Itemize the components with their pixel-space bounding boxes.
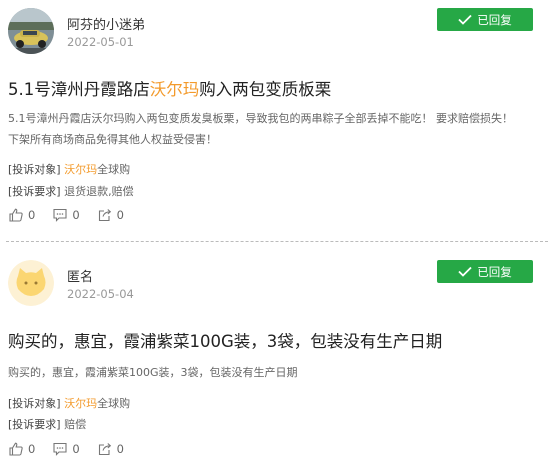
status-badge: 已回复 xyxy=(437,8,533,31)
thumbs-up-icon xyxy=(9,208,23,222)
like-button[interactable]: 0 xyxy=(9,208,35,222)
complaint-body: 购买的，惠宜，霞浦紫菜100G装，3袋，包装没有生产日期 xyxy=(8,362,546,383)
cat-face-avatar-icon xyxy=(8,260,54,306)
post-date: 2022-05-01 xyxy=(67,35,134,49)
check-icon xyxy=(458,14,472,25)
target-rest: 全球购 xyxy=(97,163,131,176)
card-divider xyxy=(6,241,548,242)
user-avatar[interactable] xyxy=(8,260,54,306)
username[interactable]: 匿名 xyxy=(67,266,93,285)
like-count: 0 xyxy=(28,442,36,456)
comment-icon xyxy=(53,442,67,456)
status-badge: 已回复 xyxy=(437,260,533,283)
check-icon xyxy=(458,266,472,277)
share-icon xyxy=(98,209,111,222)
thumbs-up-icon xyxy=(9,442,23,456)
comment-button[interactable]: 0 xyxy=(53,442,80,456)
complaint-title[interactable]: 购买的，惠宜，霞浦紫菜100G装，3袋，包装没有生产日期 xyxy=(8,328,442,352)
username[interactable]: 阿芬的小迷弟 xyxy=(67,14,145,33)
demand-value: 退货退款,赔偿 xyxy=(64,185,134,198)
target-label: [投诉对象] xyxy=(8,397,61,410)
body-line: 5.1号漳州丹霞店沃尔玛购入两包变质发臭板栗，导致我包的两串粽子全部丢掉不能吃！… xyxy=(8,112,513,125)
complaint-title[interactable]: 5.1号漳州丹霞路店沃尔玛购入两包变质板栗 xyxy=(8,76,331,100)
user-avatar[interactable] xyxy=(8,8,54,54)
status-label: 已回复 xyxy=(477,12,512,27)
share-button[interactable]: 0 xyxy=(98,208,124,222)
title-prefix: 5.1号漳州丹霞路店 xyxy=(8,80,150,99)
demand-label: [投诉要求] xyxy=(8,418,61,431)
target-label: [投诉对象] xyxy=(8,163,61,176)
share-icon xyxy=(98,443,111,456)
like-count: 0 xyxy=(28,208,36,222)
share-count: 0 xyxy=(116,208,124,222)
complaint-target: [投诉对象] 沃尔玛全球购 xyxy=(8,395,130,411)
status-label: 已回复 xyxy=(477,264,512,279)
complaint-target: [投诉对象] 沃尔玛全球购 xyxy=(8,161,130,177)
comment-count: 0 xyxy=(72,208,80,222)
complaint-demand: [投诉要求] 赔偿 xyxy=(8,416,86,432)
target-brand-link[interactable]: 沃尔玛 xyxy=(64,397,97,410)
complaint-demand: [投诉要求] 退货退款,赔偿 xyxy=(8,183,134,199)
demand-value: 赔偿 xyxy=(64,418,87,431)
complaint-card: 匿名 2022-05-04 已回复 购买的，惠宜，霞浦紫菜100G装，3袋，包装… xyxy=(0,252,554,465)
share-count: 0 xyxy=(116,442,124,456)
action-bar: 0 0 0 xyxy=(9,208,142,222)
title-suffix: 购入两包变质板栗 xyxy=(199,80,332,99)
comment-button[interactable]: 0 xyxy=(53,208,80,222)
share-button[interactable]: 0 xyxy=(98,442,124,456)
action-bar: 0 0 0 xyxy=(9,442,142,456)
target-brand-link[interactable]: 沃尔玛 xyxy=(64,163,97,176)
title-brand-highlight: 沃尔玛 xyxy=(149,80,200,99)
post-date: 2022-05-04 xyxy=(67,287,134,301)
body-line: 下架所有商场商品免得其他人权益受侵害！ xyxy=(8,133,217,146)
like-button[interactable]: 0 xyxy=(9,442,35,456)
complaint-body: 5.1号漳州丹霞店沃尔玛购入两包变质发臭板栗，导致我包的两串粽子全部丢掉不能吃！… xyxy=(8,108,546,150)
body-line: 购买的，惠宜，霞浦紫菜100G装，3袋，包装没有生产日期 xyxy=(8,366,298,379)
comment-icon xyxy=(53,208,67,222)
demand-label: [投诉要求] xyxy=(8,185,61,198)
complaint-card: 阿芬的小迷弟 2022-05-01 已回复 5.1号漳州丹霞路店沃尔玛购入两包变… xyxy=(0,0,554,242)
comment-count: 0 xyxy=(72,442,80,456)
car-photo-avatar-icon xyxy=(8,8,54,54)
target-rest: 全球购 xyxy=(97,397,131,410)
